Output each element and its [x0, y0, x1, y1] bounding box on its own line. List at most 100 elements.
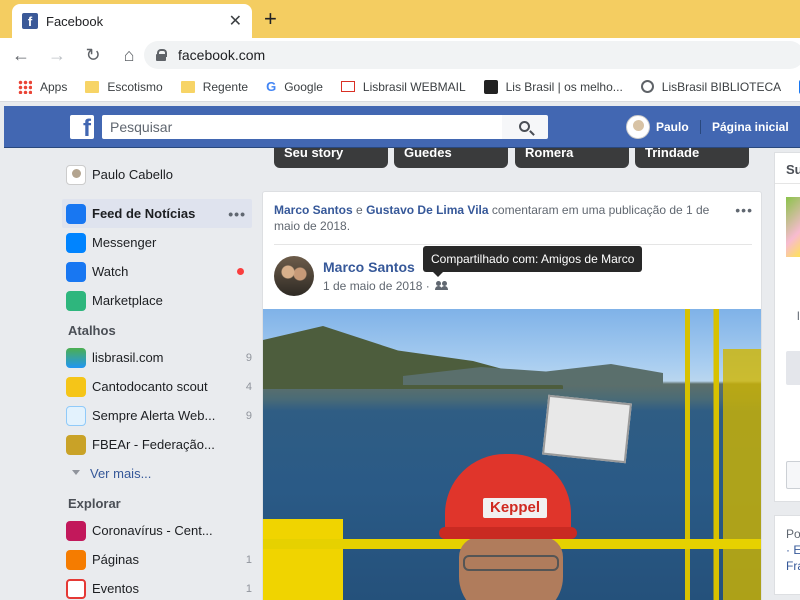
author-avatar[interactable]: [274, 256, 314, 296]
home-link[interactable]: Página inicial: [712, 120, 789, 134]
suggestion-button[interactable]: [786, 461, 800, 489]
story-card[interactable]: Romera: [515, 148, 629, 168]
explore-item[interactable]: Coronavírus - Cent...: [62, 516, 252, 545]
chevron-down-icon: [72, 469, 80, 478]
google-icon: G: [266, 79, 277, 94]
explore-item[interactable]: Páginas 1: [62, 545, 252, 574]
hard-hat-brim: [439, 527, 577, 539]
post-timestamp[interactable]: 1 de maio de 2018 ·: [323, 279, 448, 293]
divider: [274, 244, 752, 245]
suggestion-button[interactable]: [786, 351, 800, 385]
explore-heading: Explorar: [68, 496, 121, 511]
shortcut-item[interactable]: Sempre Alerta Web... 9: [62, 401, 252, 430]
browser-toolbar: ← → ↻ ⌂ facebook.com: [0, 38, 800, 72]
browser-tab-bar: f Facebook ✕ +: [0, 0, 800, 38]
see-more-link[interactable]: Ver mais...: [62, 459, 252, 488]
more-options-icon[interactable]: •••: [228, 206, 246, 222]
keppel-logo: Keppel: [483, 498, 547, 518]
browser-tab-facebook[interactable]: f Facebook ✕: [12, 4, 252, 38]
facebook-header: f Paulo Página inicial: [4, 106, 800, 148]
post-options-icon[interactable]: •••: [735, 202, 753, 218]
bookmark-regente[interactable]: Regente: [180, 80, 248, 94]
bookmarks-bar: Apps Escotismo Regente G Google Lisbrasil…: [0, 72, 800, 102]
watch-icon: [66, 261, 86, 282]
lisbrasil-icon: [66, 347, 86, 368]
bookmark-google[interactable]: G Google: [266, 79, 323, 94]
story-card[interactable]: Seu story: [274, 148, 388, 168]
suggestion-thumbnail[interactable]: [786, 197, 800, 257]
back-button[interactable]: ←: [6, 45, 36, 66]
calendar-icon: [66, 578, 86, 599]
notification-dot: [237, 268, 244, 275]
sempre-alerta-icon: [66, 405, 86, 426]
bookmark-biblioteca[interactable]: LisBrasil BIBLIOTECA: [640, 80, 781, 94]
shortcut-item[interactable]: FBEAr - Federação...: [62, 430, 252, 459]
footer-card: Po · E Fra: [774, 515, 800, 595]
shortcut-item[interactable]: lisbrasil.com 9: [62, 343, 252, 372]
new-tab-button[interactable]: +: [264, 8, 277, 30]
divider: [775, 183, 800, 184]
feed-post: Marco Santos e Gustavo De Lima Vila come…: [262, 191, 762, 600]
lock-icon[interactable]: [156, 49, 167, 61]
stories-strip: Seu story Guedes Romera Trindade: [262, 148, 762, 168]
rig-structure: [723, 349, 761, 600]
bookmark-apps[interactable]: Apps: [18, 79, 67, 94]
actor-link[interactable]: Gustavo De Lima Vila: [366, 203, 489, 217]
left-sidebar: Paulo Cabello Feed de Notícias ••• Messe…: [62, 160, 252, 600]
forward-button[interactable]: →: [42, 45, 72, 66]
messenger-icon: [66, 232, 86, 253]
address-bar[interactable]: facebook.com: [144, 41, 800, 69]
apps-grid-icon: [18, 79, 32, 94]
card-title: Su: [786, 162, 800, 177]
user-name: Paulo: [656, 120, 689, 134]
facebook-logo-icon[interactable]: f: [70, 115, 94, 139]
cantodocanto-icon: [66, 376, 86, 397]
sidebar-item-marketplace[interactable]: Marketplace: [62, 286, 252, 315]
bookmark-lisbrasil[interactable]: Lis Brasil | os melho...: [483, 79, 623, 94]
story-card[interactable]: Guedes: [394, 148, 508, 168]
address-url: facebook.com: [178, 47, 266, 63]
profile-avatar-icon: [66, 164, 86, 185]
shortcut-item[interactable]: Cantodocanto scout 4: [62, 372, 252, 401]
yellow-machine: [263, 519, 343, 600]
pages-flag-icon: [66, 549, 86, 570]
folder-icon: [85, 80, 100, 93]
trophy-icon: [66, 434, 86, 455]
search-button[interactable]: [502, 115, 548, 139]
audience-tooltip: Compartilhado com: Amigos de Marco: [423, 246, 643, 277]
coronavirus-info-icon: [66, 520, 86, 541]
shortcuts-heading: Atalhos: [68, 323, 116, 338]
sidebar-item-watch[interactable]: Watch: [62, 257, 252, 286]
folder-icon: [180, 80, 195, 93]
header-divider: [700, 120, 701, 134]
reload-button[interactable]: ↻: [78, 45, 108, 66]
gmail-icon: [340, 81, 355, 92]
close-tab-icon[interactable]: ✕: [229, 11, 242, 31]
friends-audience-icon[interactable]: [434, 281, 448, 291]
equipment-box: [542, 394, 632, 464]
sidebar-item-news-feed[interactable]: Feed de Notícias •••: [62, 199, 252, 228]
facebook-favicon-icon: f: [22, 13, 38, 29]
story-card[interactable]: Trindade: [635, 148, 749, 168]
marketplace-icon: [66, 290, 86, 311]
safety-glasses: [463, 555, 559, 571]
explore-item[interactable]: Eventos 1: [62, 574, 252, 600]
tab-title: Facebook: [46, 13, 104, 29]
sidebar-profile[interactable]: Paulo Cabello: [62, 160, 252, 189]
news-feed-icon: [66, 203, 86, 224]
post-author[interactable]: Marco Santos: [323, 259, 415, 275]
bookmark-webmail[interactable]: Lisbrasil WEBMAIL: [340, 80, 466, 94]
bookmark-escotismo[interactable]: Escotismo: [85, 80, 163, 94]
profile-link[interactable]: Paulo: [626, 115, 689, 139]
suggestion-text: l: [797, 309, 800, 323]
post-context: Marco Santos e Gustavo De Lima Vila come…: [274, 203, 710, 233]
lis-icon: [483, 79, 498, 94]
hard-hat: [445, 454, 571, 534]
home-button[interactable]: ⌂: [114, 45, 144, 66]
globe-icon: [640, 80, 654, 93]
post-photo[interactable]: Keppel: [263, 309, 761, 600]
search-icon: [518, 120, 530, 132]
sidebar-item-messenger[interactable]: Messenger: [62, 228, 252, 257]
search-input[interactable]: [102, 115, 502, 139]
actor-link[interactable]: Marco Santos: [274, 203, 353, 217]
